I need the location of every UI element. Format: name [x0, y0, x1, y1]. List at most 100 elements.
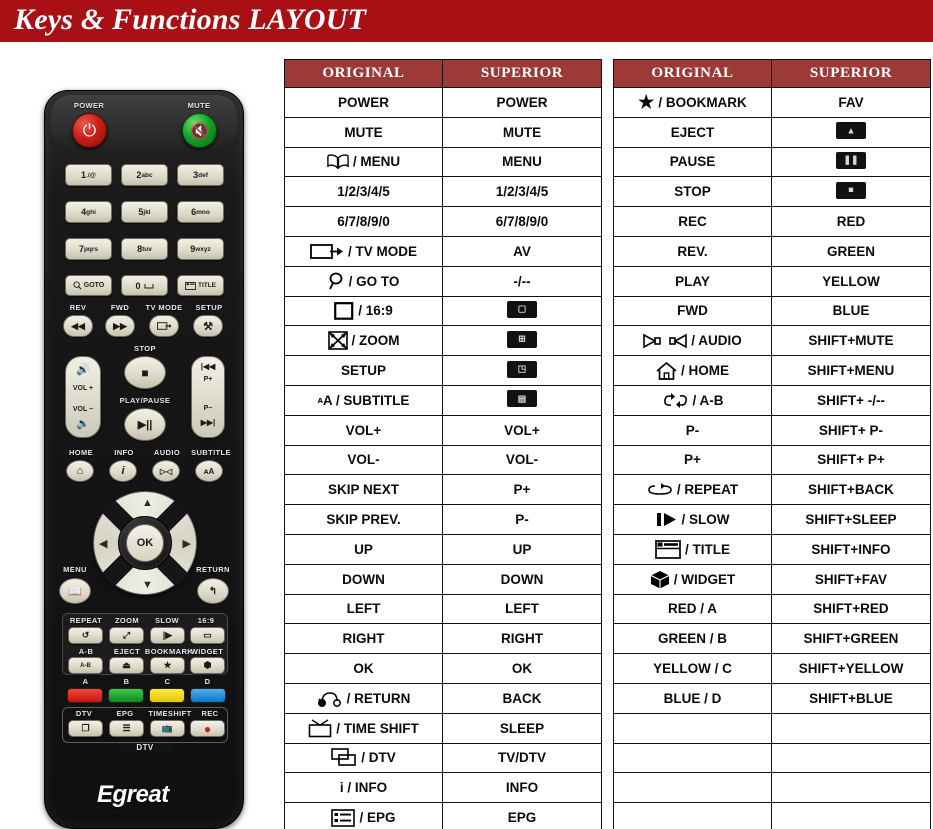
cell-original: / EPG	[284, 802, 443, 829]
table-row: / REPEAT SHIFT+BACK	[613, 474, 931, 506]
remote-bookmark-button[interactable]: ★	[150, 657, 185, 674]
remote-play-pause-button[interactable]: ▶||	[124, 408, 166, 441]
home-icon	[656, 361, 677, 380]
remote-red-button[interactable]	[67, 688, 103, 703]
remote-ab-button[interactable]: A-B	[68, 657, 103, 674]
remote-label-menu: MENU	[63, 565, 87, 574]
dpad-down-arrow[interactable]: ▼	[142, 579, 153, 591]
tv-mode-icon	[310, 243, 344, 260]
remote-stop-button[interactable]: ■	[124, 356, 166, 389]
remote-green-button[interactable]	[108, 688, 144, 703]
cell-superior: SHIFT+MUTE	[771, 325, 931, 357]
cell-superior	[771, 712, 931, 744]
remote-blue-button[interactable]	[190, 688, 226, 703]
cell-superior: ⊞	[442, 325, 602, 357]
cell-superior: POWER	[442, 87, 602, 118]
remote-rec-button[interactable]: ●	[190, 720, 225, 737]
star-icon: ★	[638, 92, 655, 113]
book-icon	[327, 154, 349, 170]
remote-key-title[interactable]: TITLE	[177, 275, 224, 296]
cell-original-label: / DTV	[361, 750, 396, 766]
remote-169-button[interactable]: ▭	[190, 627, 225, 644]
remote-key-3[interactable]: 3 def	[177, 164, 224, 186]
remote-yellow-button[interactable]	[149, 688, 185, 703]
remote-eject-button[interactable]: ⏏	[109, 657, 144, 674]
remote-fwd-button[interactable]: ▶▶	[105, 315, 135, 337]
subtitle-chip-icon: ▤	[507, 390, 537, 408]
cell-superior: ■	[771, 176, 931, 208]
remote-key-8[interactable]: 8 tuv	[121, 238, 168, 260]
remote-tv-mode-button[interactable]	[149, 315, 179, 337]
dpad-right-arrow[interactable]: ▶	[183, 537, 191, 550]
setup-chip-icon: ◳	[507, 360, 537, 378]
cell-original: RED / A	[613, 593, 772, 625]
remote-key-7[interactable]: 7 pqrs	[65, 238, 112, 260]
key-letters: def	[198, 171, 208, 179]
cell-superior: BLUE	[771, 295, 931, 327]
remote-ok-button[interactable]: OK	[118, 516, 172, 570]
cell-original: REC	[613, 206, 772, 237]
cell-original: UP	[284, 533, 443, 565]
remote-slow-button[interactable]: |▶	[150, 627, 185, 644]
magnifier-icon	[328, 272, 345, 291]
table-row: / ZOOM ⊞	[284, 325, 602, 357]
table-row: UP UP	[284, 533, 602, 565]
cell-original-label: / 16:9	[358, 303, 393, 319]
cell-original	[613, 802, 772, 829]
key-letters: ./@	[86, 171, 96, 179]
column-header-superior: SUPERIOR	[771, 59, 931, 88]
page-root: Keys & Functions LAYOUT POWER ⏻ MUTE 🔇 1…	[0, 0, 933, 829]
cell-superior: EPG	[442, 802, 602, 829]
page-title: Keys & Functions LAYOUT	[14, 3, 367, 36]
remote-audio-button[interactable]: ▷◁	[152, 460, 180, 482]
keys-table-left: ORIGINAL SUPERIOR POWER POWER MUTE MUTE / …	[284, 59, 602, 829]
cell-original-label: / SLOW	[681, 512, 730, 528]
remote-dpad[interactable]: ▲ ▼ ◀ ▶ OK	[92, 490, 198, 596]
keys-table-right: ORIGINAL SUPERIOR ★ / BOOKMARK FAV EJECT…	[613, 59, 931, 829]
remote-rev-button[interactable]: ◀◀	[63, 315, 93, 337]
remote-label-timeshift: TIMESHIFT	[148, 709, 192, 718]
remote-subtitle-button[interactable]: ᴀA	[195, 460, 223, 482]
remote-timeshift-button[interactable]: 📺	[150, 720, 185, 737]
zoom-arrows-icon	[327, 331, 348, 351]
remote-home-button[interactable]: ⌂	[66, 460, 94, 482]
remote-menu-button[interactable]: 📖	[59, 578, 91, 604]
cell-superior: LEFT	[442, 593, 602, 625]
remote-setup-button[interactable]: ⚒	[193, 315, 223, 337]
table-row: / DTV TV/DTV	[284, 742, 602, 774]
title-window-icon	[655, 539, 681, 559]
remote-return-button[interactable]: ↰	[197, 578, 229, 604]
remote-key-1[interactable]: 1 ./@	[65, 164, 112, 186]
remote-dtv-button[interactable]: ❐	[68, 720, 103, 737]
remote-widget-button[interactable]: ⬢	[190, 657, 225, 674]
cell-original-label: / BOOKMARK	[658, 94, 747, 110]
remote-key-goto[interactable]: GOTO	[65, 275, 112, 296]
cell-superior: SHIFT+INFO	[771, 533, 931, 565]
cell-original-label: / TV MODE	[347, 243, 417, 259]
remote-key-5[interactable]: 5 jkl	[121, 201, 168, 223]
remote-key-0[interactable]: 0	[121, 275, 168, 296]
remote-repeat-button[interactable]: ↺	[68, 627, 103, 644]
remote-zoom-button[interactable]: ⤢	[109, 627, 144, 644]
remote-control-image: POWER ⏻ MUTE 🔇 1 ./@ 2 abc 3 def 4 ghi 5 jkl …	[0, 48, 280, 829]
dpad-left-arrow[interactable]: ◀	[99, 537, 107, 550]
remote-info-button[interactable]: i	[109, 460, 137, 482]
remote-label-audio: AUDIO	[153, 448, 181, 457]
remote-key-6[interactable]: 6 mno	[177, 201, 224, 223]
remote-key-9[interactable]: 9 wxyz	[177, 238, 224, 260]
remote-mute-button[interactable]: 🔇	[182, 113, 217, 148]
key-letters: jkl	[143, 208, 151, 216]
table-row: LEFT LEFT	[284, 593, 602, 625]
remote-epg-button[interactable]: ☰	[109, 720, 144, 737]
remote-key-4[interactable]: 4 ghi	[65, 201, 112, 223]
remote-power-button[interactable]: ⏻	[72, 113, 107, 148]
remote-key-2[interactable]: 2 abc	[121, 164, 168, 186]
volume-up-icon: 🔊	[76, 364, 90, 376]
pause-chip-icon: ❚❚	[836, 151, 866, 169]
table-row	[613, 802, 931, 829]
dpad-up-arrow[interactable]: ▲	[142, 497, 153, 509]
cell-original: / DTV	[284, 742, 443, 774]
cell-superior: VOL-	[442, 444, 602, 476]
table-row	[613, 742, 931, 774]
key-letters: wxyz	[195, 245, 211, 253]
